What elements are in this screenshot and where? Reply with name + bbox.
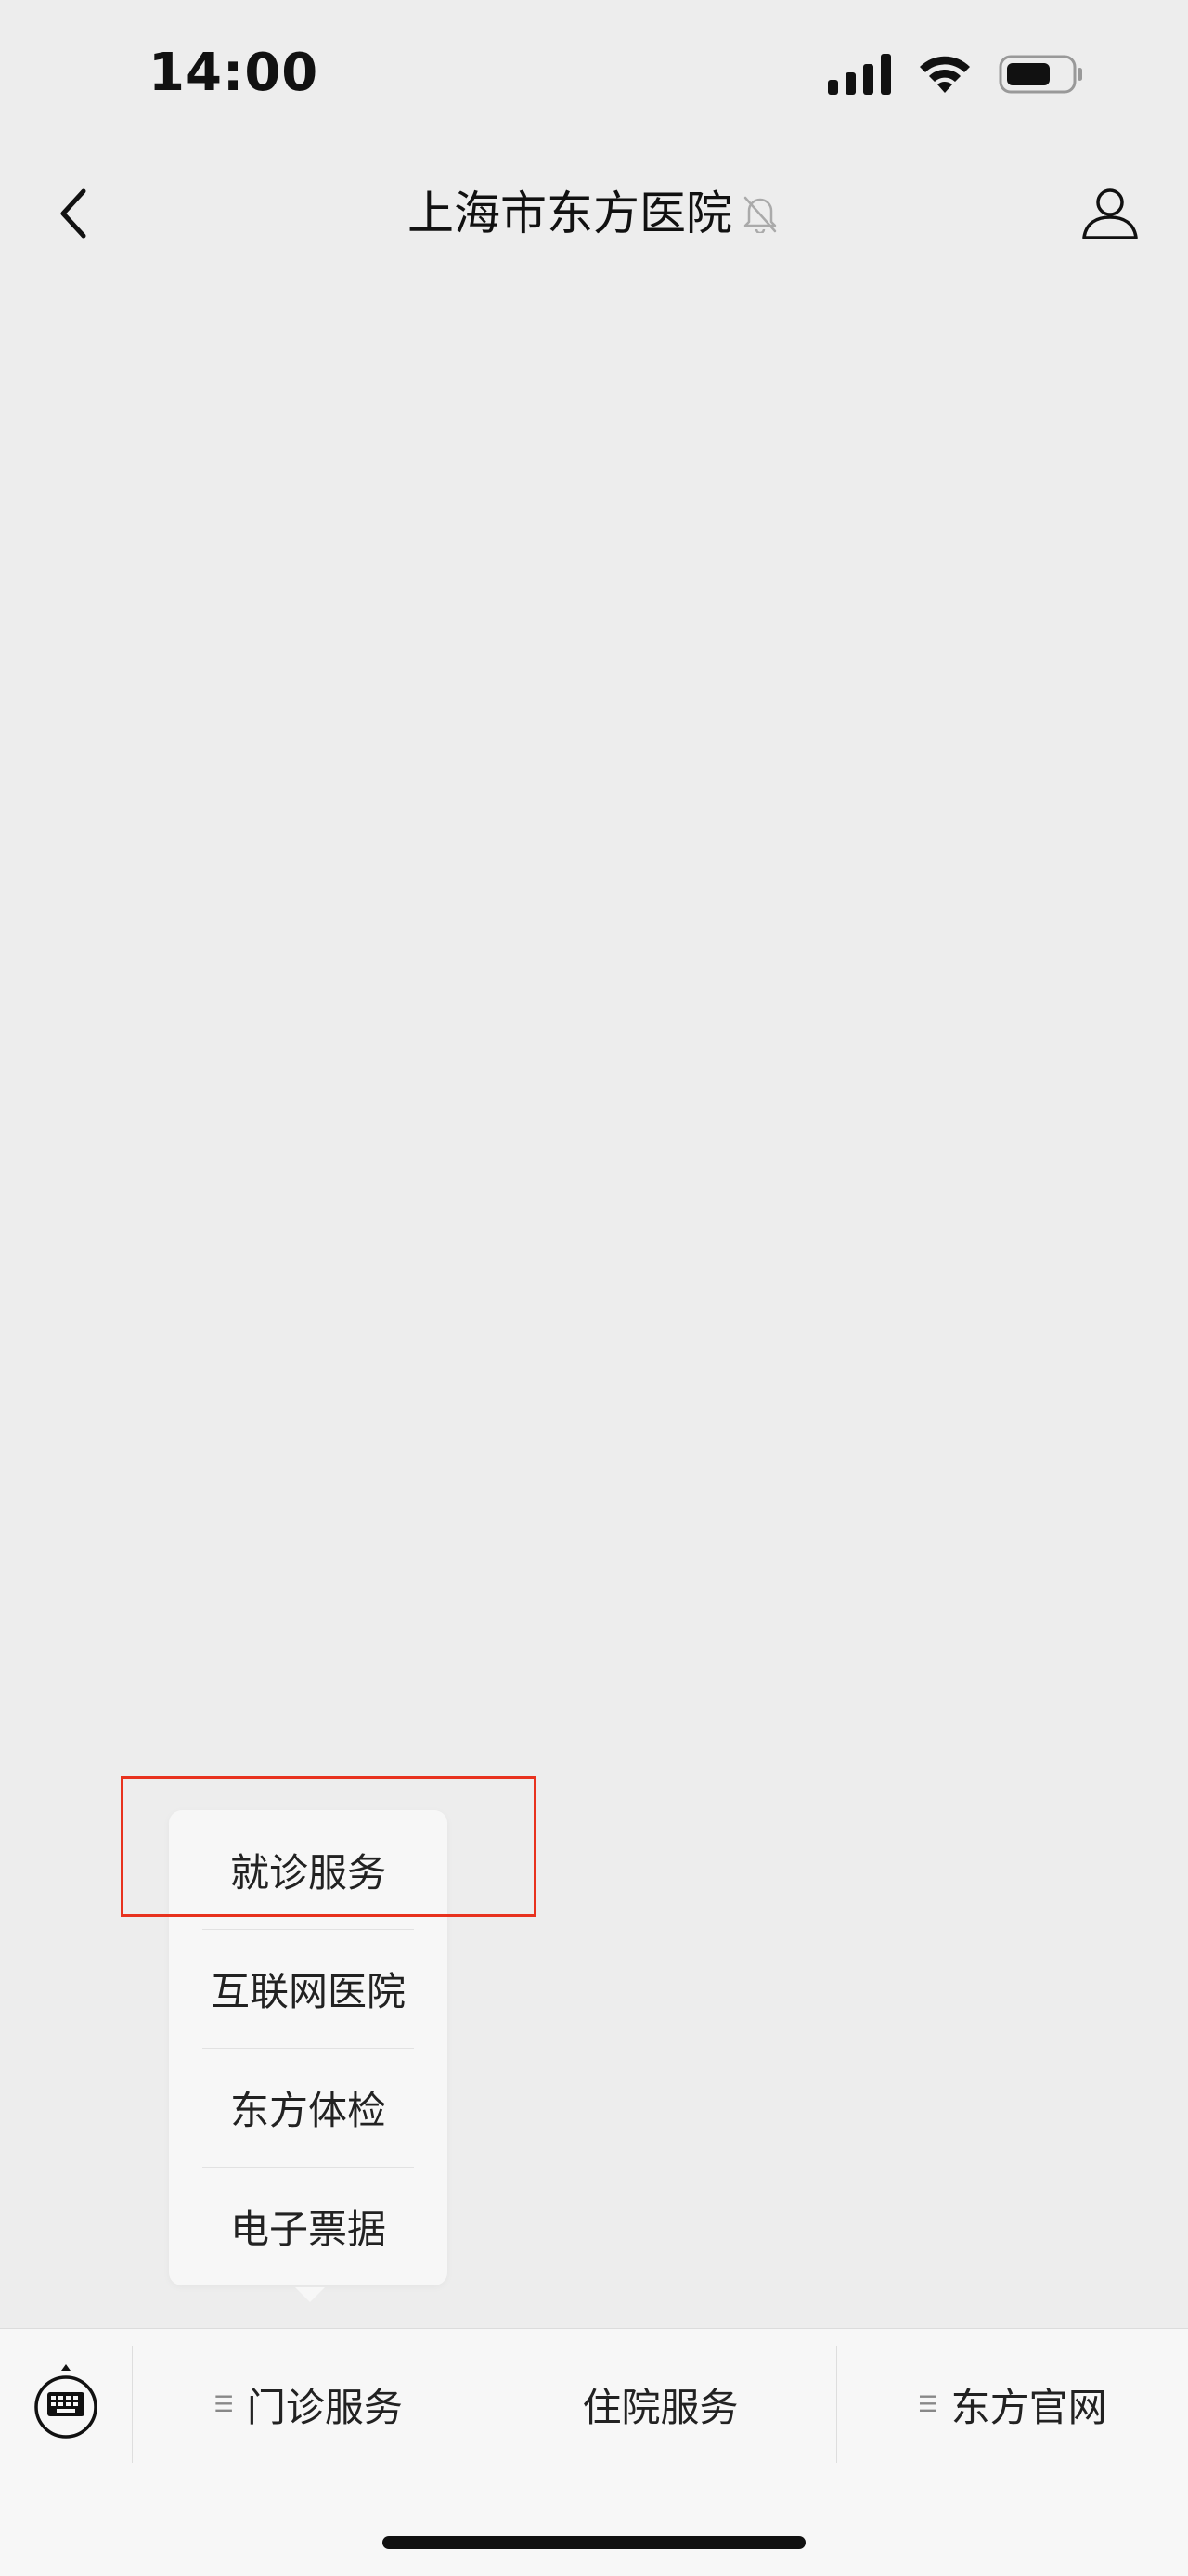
home-indicator[interactable] (382, 2536, 806, 2549)
bell-muted-icon (740, 192, 781, 233)
tab-label: 东方官网 (950, 2384, 1107, 2430)
keyboard-icon (32, 2362, 99, 2444)
nav-bar: 上海市东方医院 (0, 158, 1188, 269)
submenu-popup: 就诊服务 互联网医院 东方体检 电子票据 (169, 1810, 447, 2285)
cellular-signal-icon (828, 54, 891, 98)
battery-icon (999, 54, 1084, 98)
submenu-indicator-icon: ☰ (213, 2391, 234, 2417)
tab-outpatient-services[interactable]: ☰ 门诊服务 (132, 2346, 484, 2463)
tab-label: 门诊服务 (246, 2384, 403, 2430)
wifi-icon (917, 54, 973, 98)
popup-arrow (295, 2287, 325, 2302)
status-bar: 14:00 (0, 0, 1188, 158)
title-group: 上海市东方医院 (0, 176, 1188, 243)
profile-button[interactable] (1073, 178, 1147, 252)
menu-tabs: ☰ 门诊服务 住院服务 ☰ 东方官网 (132, 2346, 1188, 2463)
status-time: 14:00 (148, 43, 319, 103)
tab-inpatient-services[interactable]: 住院服务 (484, 2346, 835, 2463)
submenu-item-e-receipt[interactable]: 电子票据 (169, 2167, 447, 2285)
status-icons (828, 54, 1084, 98)
tab-official-website[interactable]: ☰ 东方官网 (835, 2346, 1188, 2463)
submenu-item-physical-exam[interactable]: 东方体检 (169, 2048, 447, 2167)
page-title: 上海市东方医院 (407, 187, 732, 240)
person-icon (1080, 186, 1140, 245)
submenu-item-visit-services[interactable]: 就诊服务 (169, 1810, 447, 1929)
tab-label: 住院服务 (582, 2384, 739, 2430)
submenu-item-internet-hospital[interactable]: 互联网医院 (169, 1929, 447, 2048)
keyboard-toggle-button[interactable] (0, 2329, 132, 2478)
submenu-indicator-icon: ☰ (918, 2391, 938, 2417)
